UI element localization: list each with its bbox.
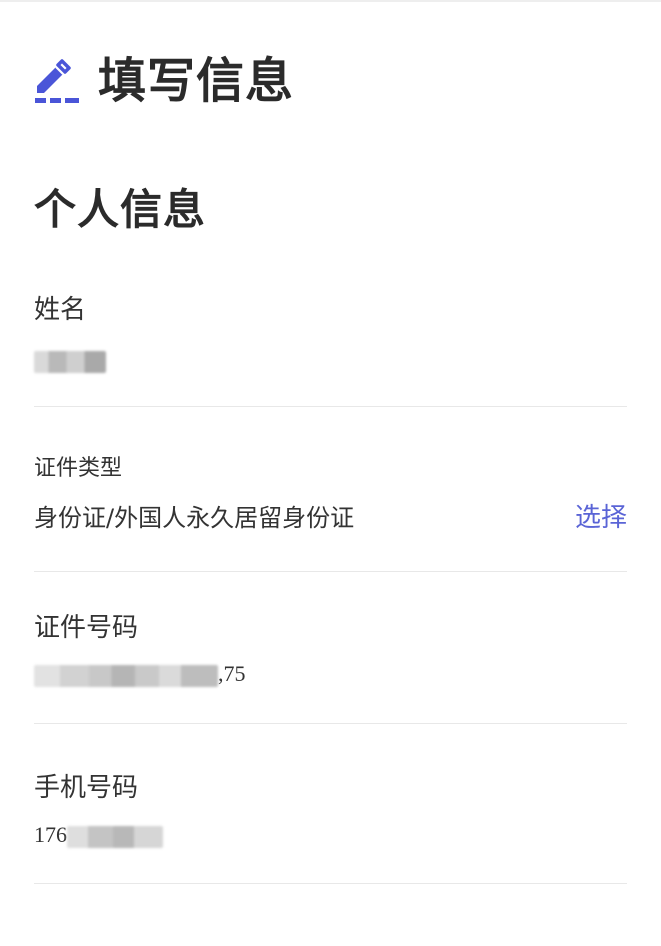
section-title: 个人信息 — [34, 185, 207, 234]
masked-name — [34, 351, 106, 373]
page-header: 填写信息 — [34, 48, 294, 114]
id-type-label: 证件类型 — [34, 456, 123, 481]
divider — [34, 406, 627, 407]
edit-icon — [35, 59, 79, 103]
top-border — [0, 0, 661, 2]
id-number-field[interactable]: 证件号码 ,75 — [34, 608, 627, 724]
select-id-type-button[interactable]: 选择 — [575, 501, 627, 535]
divider — [34, 883, 627, 884]
phone-prefix: 176 — [34, 822, 67, 847]
id-type-field[interactable]: 证件类型 身份证/外国人永久居留身份证 选择 — [34, 450, 627, 572]
page-title: 填写信息 — [98, 53, 295, 109]
masked-phone — [67, 825, 163, 848]
name-field[interactable]: 姓名 — [34, 290, 627, 408]
id-type-value: 身份证/外国人永久居留身份证 — [34, 504, 355, 532]
divider — [34, 571, 627, 572]
phone-value: 176 — [34, 818, 163, 852]
divider — [34, 723, 627, 724]
phone-label: 手机号码 — [34, 773, 139, 803]
masked-id-number — [34, 664, 218, 687]
phone-field[interactable]: 手机号码 176 — [34, 768, 627, 886]
name-label: 姓名 — [34, 295, 87, 325]
id-number-suffix: ,75 — [218, 661, 246, 686]
id-number-value: ,75 — [34, 657, 246, 691]
id-number-label: 证件号码 — [34, 613, 139, 643]
name-value — [34, 344, 106, 378]
